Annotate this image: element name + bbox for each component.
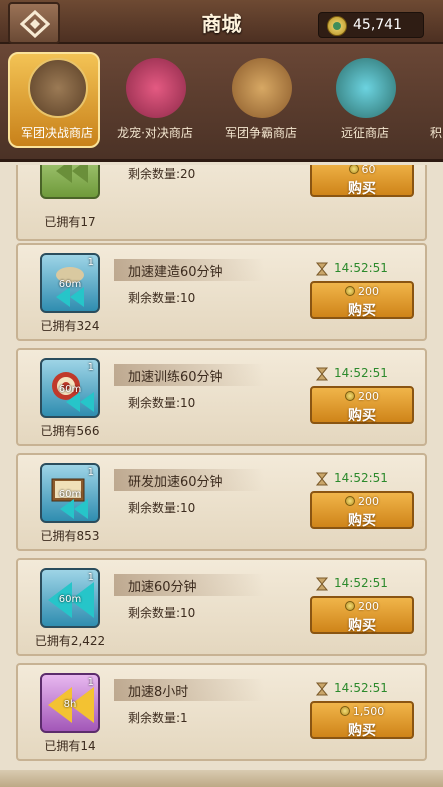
coin-icon xyxy=(339,706,350,716)
portal-icon xyxy=(336,58,396,118)
buy-label: 购买 xyxy=(348,303,376,319)
dragon-pet-icon xyxy=(126,58,186,118)
buy-button[interactable]: 200 购买 xyxy=(310,386,414,424)
price: 200 xyxy=(312,600,412,613)
price: 200 xyxy=(312,495,412,508)
coin-icon xyxy=(327,16,347,36)
buy-button[interactable]: 200 购买 xyxy=(310,281,414,319)
item-icon xyxy=(40,165,100,199)
shop-item-card: 1 60m 已拥有566 加速训练60分钟 剩余数量:10 14:52:51 2… xyxy=(16,348,427,446)
item-icon: 1 60m xyxy=(40,358,100,418)
item-stack-count: 1 xyxy=(87,572,94,583)
hourglass-icon xyxy=(315,577,329,591)
item-duration: 8h xyxy=(63,699,77,710)
coin-icon xyxy=(348,165,359,174)
coin-icon xyxy=(345,286,355,296)
hourglass-icon xyxy=(315,472,329,486)
tab-legion-hegemony-shop[interactable]: 军团争霸商店 xyxy=(210,48,312,154)
coin-icon xyxy=(345,391,355,401)
coin-icon xyxy=(345,496,355,506)
owned-count: 已拥有17 xyxy=(44,215,96,229)
item-stack-count: 1 xyxy=(87,362,94,373)
item-icon: 1 60m xyxy=(40,568,100,628)
item-name: 加速建造60分钟 xyxy=(128,265,223,280)
buy-button[interactable]: 200 购买 xyxy=(310,491,414,529)
countdown-timer: 14:52:51 xyxy=(334,681,388,695)
countdown-timer: 14:52:51 xyxy=(334,261,388,275)
item-duration: 60m xyxy=(58,594,82,605)
owned-count: 已拥有14 xyxy=(44,739,96,753)
buy-button[interactable]: 1,500 购买 xyxy=(310,701,414,739)
countdown-timer: 14:52:51 xyxy=(334,366,388,380)
owned-count: 已拥有324 xyxy=(40,319,100,333)
tab-label: 龙宠·对决商店 xyxy=(117,126,193,140)
price: 1,500 xyxy=(312,705,412,718)
price: 200 xyxy=(312,285,412,298)
owned-count: 已拥有853 xyxy=(40,529,100,543)
hourglass-icon xyxy=(315,682,329,696)
item-name: 加速60分钟 xyxy=(128,580,197,595)
shop-item-card: 1 60m 已拥有324 加速建造60分钟 剩余数量:10 14:52:51 2… xyxy=(16,243,427,341)
tab-label: 军团决战商店 xyxy=(20,126,93,140)
remaining-quantity: 剩余数量:10 xyxy=(128,291,196,305)
tab-label: 军团争霸商店 xyxy=(224,126,297,140)
shop-item-card: 1 8h 已拥有14 加速8小时 剩余数量:1 14:52:51 1,500 购… xyxy=(16,663,427,761)
remaining-quantity: 剩余数量:10 xyxy=(128,396,196,410)
buy-label: 购买 xyxy=(348,181,376,197)
buy-label: 购买 xyxy=(348,408,376,424)
owned-count: 已拥有566 xyxy=(40,424,100,438)
remaining-quantity: 剩余数量:10 xyxy=(128,606,196,620)
legion-battle-shop-icon xyxy=(28,58,88,118)
price: 200 xyxy=(312,390,412,403)
buy-label: 购买 xyxy=(348,618,376,634)
buy-label: 购买 xyxy=(348,513,376,529)
item-icon: 1 60m xyxy=(40,253,100,313)
item-name: 研发加速60分钟 xyxy=(128,475,223,490)
shop-item-card: 1 60m 已拥有2,422 加速60分钟 剩余数量:10 14:52:51 2… xyxy=(16,558,427,656)
speedup-arrow-icon xyxy=(56,165,88,183)
item-duration: 60m xyxy=(58,279,82,290)
item-duration: 60m xyxy=(58,489,82,500)
tab-label: 积 xyxy=(430,126,443,140)
item-icon: 1 8h xyxy=(40,673,100,733)
item-duration: 60m xyxy=(58,384,82,395)
tab-expedition-shop[interactable]: 远征商店 xyxy=(314,48,416,154)
currency-amount: 45,741 xyxy=(353,17,402,33)
shop-tab-bar: 军团决战商店 龙宠·对决商店 军团争霸商店 远征商店 积 xyxy=(0,44,443,162)
coin-icon xyxy=(345,601,355,611)
tab-points-shop[interactable]: 积 xyxy=(418,48,443,154)
castle-icon xyxy=(232,58,292,118)
tab-label: 远征商店 xyxy=(340,126,389,140)
item-stack-count: 1 xyxy=(87,257,94,268)
top-bar: 商城 45,741 xyxy=(0,0,443,44)
item-stack-count: 1 xyxy=(87,677,94,688)
owned-count: 已拥有2,422 xyxy=(34,634,106,648)
buy-button[interactable]: 60 购买 xyxy=(310,165,414,197)
item-stack-count: 1 xyxy=(87,467,94,478)
item-name: 加速训练60分钟 xyxy=(128,370,223,385)
shop-item-list[interactable]: 已拥有17 剩余数量:20 60 购买 1 60m 已拥有324 加速建造60分… xyxy=(16,165,427,787)
shop-item-card: 1 60m 已拥有853 研发加速60分钟 剩余数量:10 14:52:51 2… xyxy=(16,453,427,551)
remaining-quantity: 剩余数量:1 xyxy=(128,711,188,725)
currency-display: 45,741 xyxy=(318,12,424,38)
shop-item-card: 已拥有17 剩余数量:20 60 购买 xyxy=(16,165,427,241)
countdown-timer: 14:52:51 xyxy=(334,471,388,485)
countdown-timer: 14:52:51 xyxy=(334,576,388,590)
remaining-quantity: 剩余数量:10 xyxy=(128,501,196,515)
item-icon: 1 60m xyxy=(40,463,100,523)
tab-dragon-duel-shop[interactable]: 龙宠·对决商店 xyxy=(104,48,206,154)
buy-button[interactable]: 200 购买 xyxy=(310,596,414,634)
hourglass-icon xyxy=(315,367,329,381)
hourglass-icon xyxy=(315,262,329,276)
buy-label: 购买 xyxy=(348,723,376,739)
list-bottom-edge xyxy=(0,770,443,787)
remaining-quantity: 剩余数量:20 xyxy=(128,167,196,181)
price: 60 xyxy=(312,165,412,176)
item-name: 加速8小时 xyxy=(128,685,189,700)
tab-legion-battle-shop[interactable]: 军团决战商店 xyxy=(6,48,108,154)
